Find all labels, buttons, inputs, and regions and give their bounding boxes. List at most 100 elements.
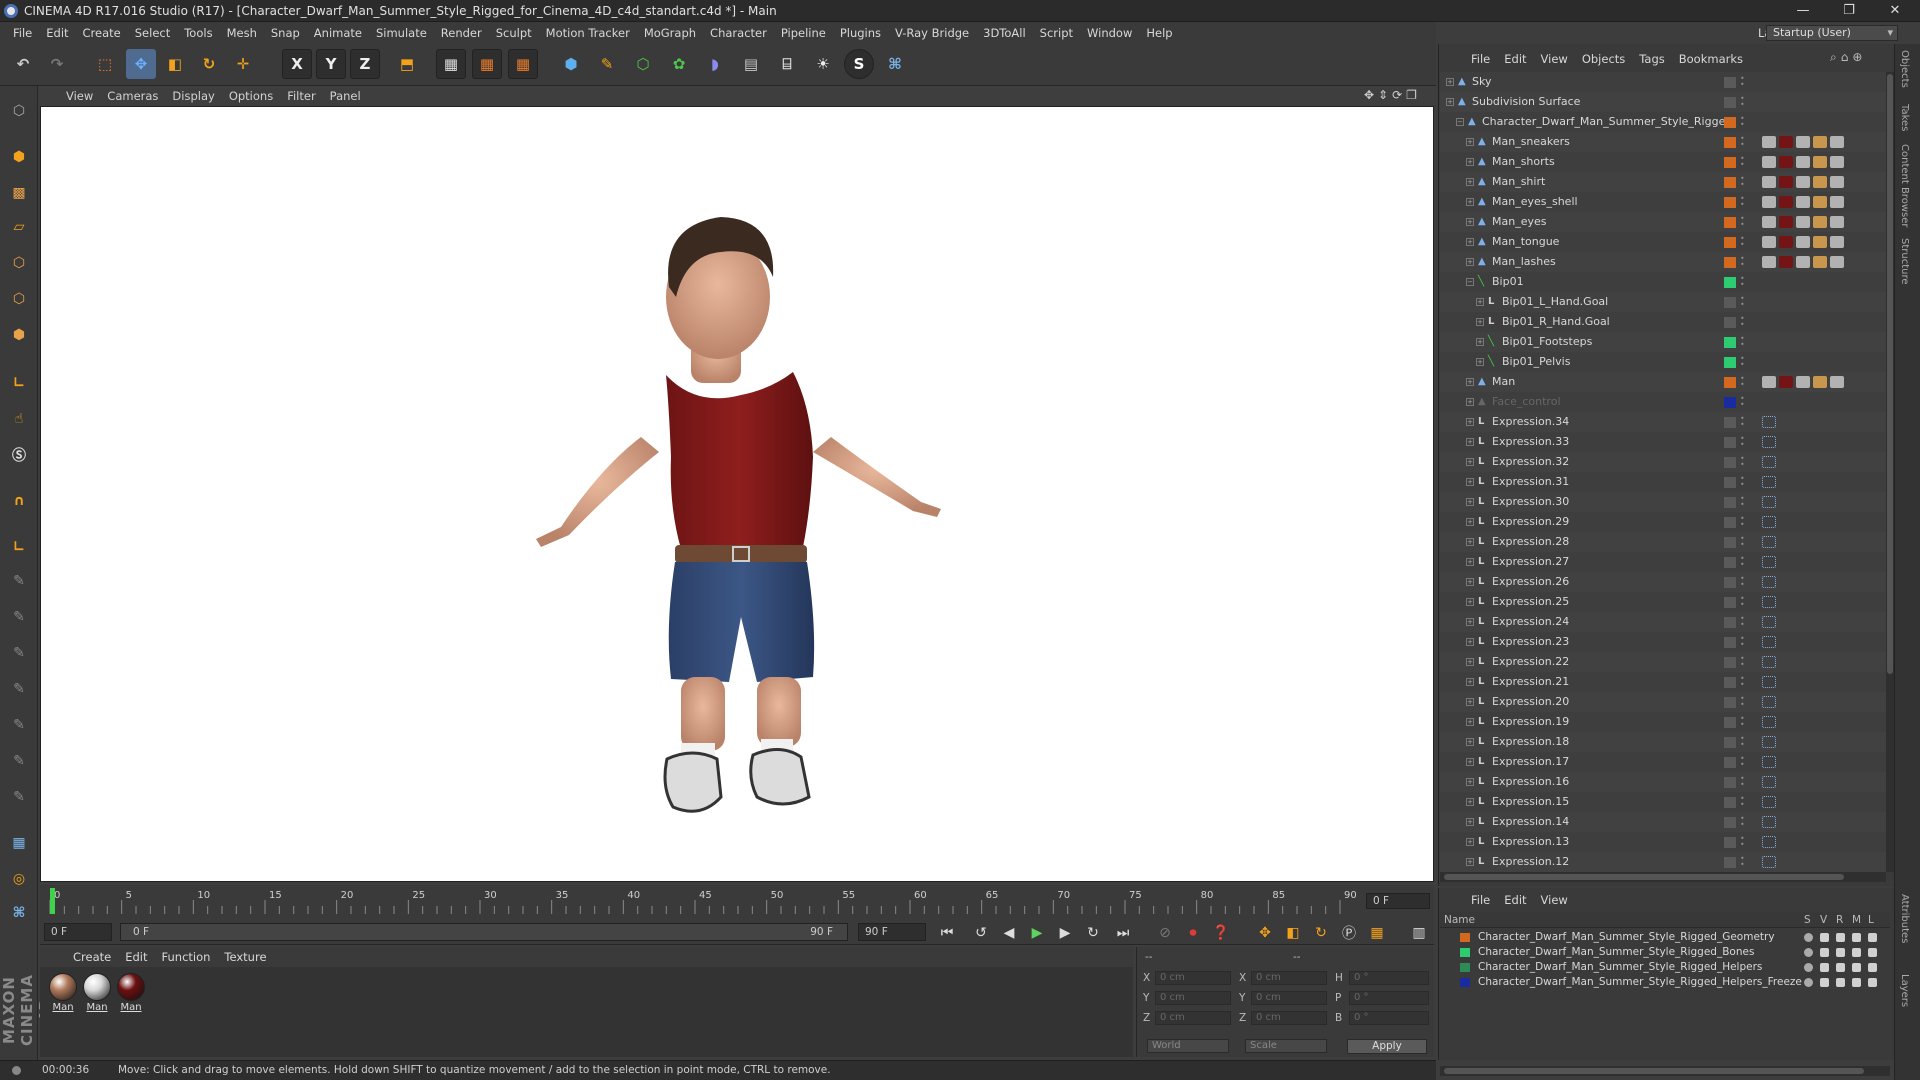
expand-toggle-icon[interactable]: + [1466,518,1474,526]
expand-toggle-icon[interactable]: + [1466,378,1474,386]
object-row[interactable]: + ▲ Man • • [1440,372,1888,392]
object-row[interactable]: + L Expression.24 • • [1440,612,1888,632]
expand-toggle-icon[interactable]: + [1466,218,1474,226]
expand-toggle-icon[interactable]: − [1466,278,1474,286]
material-swatch[interactable]: Man [82,973,112,1013]
visibility-toggle-icon[interactable]: • • [1740,175,1746,189]
object-row[interactable]: + L Expression.12 • • [1440,852,1888,872]
object-row[interactable]: + L Expression.33 • • [1440,432,1888,452]
visibility-toggle-icon[interactable]: • • [1740,835,1746,849]
xpresso-tag-icon[interactable] [1762,516,1776,528]
object-row[interactable]: + ▲ Face_control • • [1440,392,1888,412]
xpresso-tag-icon[interactable] [1762,536,1776,548]
layer-flag-toggle[interactable] [1852,933,1861,942]
knife-icon[interactable]: ✎ [4,602,34,632]
layer-flag-toggle[interactable] [1852,978,1861,987]
make-editable-icon[interactable]: ⬡ [4,96,34,126]
expand-toggle-icon[interactable]: + [1476,298,1484,306]
visibility-toggle-icon[interactable]: • • [1740,455,1746,469]
expand-toggle-icon[interactable]: + [1466,598,1474,606]
tag-icon[interactable] [1779,256,1793,268]
layer-color-swatch[interactable] [1724,817,1736,828]
last-tool-icon[interactable]: ✛ [228,49,258,79]
expand-toggle-icon[interactable]: + [1466,638,1474,646]
menu-script[interactable]: Script [1033,22,1080,44]
scale-icon[interactable]: ◧ [160,49,190,79]
tag-icon[interactable] [1796,256,1810,268]
tag-icon[interactable] [1779,136,1793,148]
start-frame-field[interactable]: 0 F [44,923,112,941]
range-slider[interactable]: 0 F 90 F [120,923,848,941]
world-coords-icon[interactable]: ⬒ [392,49,422,79]
tag-icon[interactable] [1830,236,1844,248]
layer-flag-toggle[interactable] [1804,963,1813,972]
layer-flag-toggle[interactable] [1804,978,1813,987]
menu-simulate[interactable]: Simulate [369,22,434,44]
expand-toggle-icon[interactable]: + [1466,458,1474,466]
expand-toggle-icon[interactable]: + [1466,238,1474,246]
xpresso-tag-icon[interactable] [1762,616,1776,628]
grid-lock-icon[interactable]: ▦ [4,828,34,858]
layer-color-swatch[interactable] [1724,637,1736,648]
xpresso-tag-icon[interactable] [1762,496,1776,508]
move-icon[interactable]: ✥ [126,49,156,79]
timeline-window-icon[interactable]: ▥ [1408,922,1430,944]
layer-flag-toggle[interactable] [1852,948,1861,957]
visibility-toggle-icon[interactable]: • • [1740,275,1746,289]
object-row[interactable]: + L Expression.31 • • [1440,472,1888,492]
scale-mode-dropdown[interactable]: Scale [1245,1039,1327,1053]
expand-toggle-icon[interactable]: + [1466,758,1474,766]
layer-color-swatch[interactable] [1724,137,1736,148]
live-selection-icon[interactable]: ⬚ [90,49,120,79]
object-row[interactable]: + L Bip01_L_Hand.Goal • • [1440,292,1888,312]
layer-flag-toggle[interactable] [1836,933,1845,942]
object-row[interactable]: + ▲ Sky • • [1440,72,1888,92]
xpresso-tag-icon[interactable] [1762,456,1776,468]
visibility-toggle-icon[interactable]: • • [1740,755,1746,769]
redo-icon[interactable]: ↷ [42,49,72,79]
object-row[interactable]: + L Expression.13 • • [1440,832,1888,852]
xpresso-tag-icon[interactable] [1762,556,1776,568]
side-tab-structure[interactable]: Structure [1899,238,1910,285]
expand-toggle-icon[interactable]: + [1466,618,1474,626]
viewport-menu-options[interactable]: Options [229,89,283,103]
tag-icon[interactable] [1762,176,1776,188]
pen-icon[interactable]: ✎ [592,49,622,79]
expand-toggle-icon[interactable]: + [1466,778,1474,786]
restore-button[interactable]: ❐ [1826,0,1872,22]
layer-color-swatch[interactable] [1724,117,1736,128]
viewport-menu-panel[interactable]: Panel [330,89,371,103]
material-swatch[interactable]: Man [48,973,78,1013]
layer-color-swatch[interactable] [1724,517,1736,528]
layer-color-swatch[interactable] [1724,717,1736,728]
layer-horizontal-scrollbar[interactable] [1440,1066,1890,1076]
brush-icon[interactable]: ✎ [4,566,34,596]
visibility-toggle-icon[interactable]: • • [1740,775,1746,789]
object-row[interactable]: + L Expression.19 • • [1440,712,1888,732]
layer-color-swatch[interactable] [1724,397,1736,408]
tag-icon[interactable] [1796,376,1810,388]
viewport-menu-view[interactable]: View [66,89,103,103]
layer-flag-toggle[interactable] [1836,963,1845,972]
expand-toggle-icon[interactable]: + [1466,838,1474,846]
object-row[interactable]: + L Expression.32 • • [1440,452,1888,472]
layer-flag-toggle[interactable] [1820,978,1829,987]
expand-toggle-icon[interactable]: + [1466,798,1474,806]
layer-color-swatch[interactable] [1724,617,1736,628]
layer-color-swatch[interactable] [1724,157,1736,168]
menu-edit[interactable]: Edit [39,22,75,44]
keyframe-selection-icon[interactable]: ⊘ [1154,922,1176,944]
layer-color-swatch[interactable] [1724,657,1736,668]
python-icon[interactable]: ⌘ [880,49,910,79]
record-icon[interactable]: ⏺ [1182,922,1204,944]
light-icon[interactable]: ☀ [808,49,838,79]
tag-icon[interactable] [1830,176,1844,188]
expand-toggle-icon[interactable]: + [1466,158,1474,166]
workplane-lock-icon[interactable]: ∟ [4,532,34,562]
object-menu-bookmarks[interactable]: Bookmarks [1672,52,1750,66]
layer-flag-toggle[interactable] [1868,948,1877,957]
layer-color-swatch[interactable] [1724,577,1736,588]
camera-icon[interactable]: ⌸ [772,49,802,79]
xpresso-tag-icon[interactable] [1762,796,1776,808]
tag-icon[interactable] [1830,196,1844,208]
